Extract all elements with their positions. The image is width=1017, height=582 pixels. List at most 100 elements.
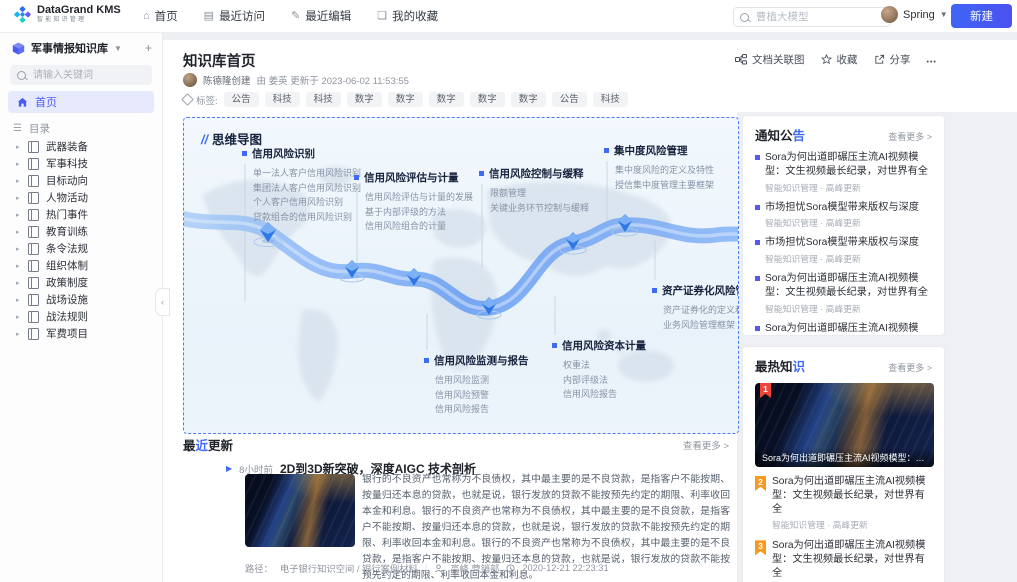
sidebar-item-education[interactable]: ▸教育训练 <box>0 223 162 240</box>
mindmap-node[interactable]: 信用风险识别 单一法人客户信用风险识别 集团法人客户信用风险识别 个人客户信用风… <box>242 146 361 224</box>
directory-tree: ▸武器装备 ▸军事科技 ▸目标动向 ▸人物活动 ▸热门事件 ▸教育训练 ▸条令法… <box>0 138 162 342</box>
add-button[interactable]: + <box>145 41 152 55</box>
bullet-icon <box>604 148 609 153</box>
bullet-icon <box>242 151 247 156</box>
sidebar-item-regulations[interactable]: ▸条令法规 <box>0 240 162 257</box>
sidebar-item-label: 军事科技 <box>46 156 88 171</box>
tag-chip[interactable]: 数字 <box>388 92 423 107</box>
nav-recent-visit[interactable]: ▤ 最近访问 <box>204 8 265 24</box>
caret-icon: ▸ <box>16 228 28 236</box>
notice-item[interactable]: Sora为何出道即碾压主流AI视频模型：文生视频最长纪录，对世界有全 智能知识管… <box>755 322 932 336</box>
recent-item-thumbnail[interactable] <box>245 474 355 547</box>
tag-chip[interactable]: 数字 <box>511 92 546 107</box>
nav-favorites[interactable]: ❏ 我的收藏 <box>377 8 438 24</box>
sidebar-item-policy[interactable]: ▸政策制度 <box>0 274 162 291</box>
notice-meta: 智能知识管理 · 高峰更新 <box>765 216 932 229</box>
bullet-icon <box>755 155 760 160</box>
caret-icon: ▶ <box>226 464 232 473</box>
user-menu[interactable]: Spring ▼ <box>881 6 948 23</box>
more-actions-button[interactable] <box>927 53 937 67</box>
sidebar-item-weapons[interactable]: ▸武器装备 <box>0 138 162 155</box>
sidebar: 军事情报知识库 ▼ + 首页 ☰ 目录 ▸武器装备 ▸军事科技 ▸目标动向 ▸人… <box>0 32 163 582</box>
hot-item-title: Sora为何出道即碾压主流AI视频模型：文生视频最长纪录，对世界有全 <box>772 475 932 516</box>
tag-chip[interactable]: 科技 <box>593 92 628 107</box>
hot-see-more-link[interactable]: 查看更多 > <box>888 361 932 374</box>
mindmap-title: //思维导图 <box>201 129 262 148</box>
favorites-icon: ❏ <box>377 11 387 22</box>
mindmap-node[interactable]: 信用风险评估与计量 信用风险评估与计量的发展 基于内部评级的方法 信用风险组合的… <box>354 170 473 234</box>
sidebar-item-tactics[interactable]: ▸战法规则 <box>0 308 162 325</box>
nav-label: 我的收藏 <box>392 8 438 24</box>
sidebar-search-input[interactable] <box>31 69 145 82</box>
sidebar-item-battlefield[interactable]: ▸战场设施 <box>0 291 162 308</box>
sidebar-search[interactable] <box>10 65 152 85</box>
sidebar-collapse-handle[interactable] <box>155 288 170 316</box>
hot-item[interactable]: 3 Sora为何出道即碾压主流AI视频模型：文生视频最长纪录，对世界有全 智能知… <box>755 539 932 582</box>
list-icon: ☰ <box>13 123 22 134</box>
nav-recent-edit[interactable]: ✎ 最近编辑 <box>291 8 351 24</box>
sidebar-item-military-tech[interactable]: ▸军事科技 <box>0 155 162 172</box>
tag-chip[interactable]: 数字 <box>429 92 464 107</box>
recent-item-meta: 路径： 电子银行知识空间 / 银行案例材料 | 高峰 营销部 2020-12-2… <box>245 561 609 575</box>
notice-item[interactable]: 市场担忧Sora模型带来版权与深度 智能知识管理 · 高峰更新 <box>755 236 932 265</box>
sidebar-item-budget[interactable]: ▸军费项目 <box>0 325 162 342</box>
sidebar-item-hot-events[interactable]: ▸热门事件 <box>0 206 162 223</box>
mindmap-node[interactable]: 信用风险资本计量 权重法 内部评级法 信用风险报告 <box>552 338 646 402</box>
node-title: 集中度风险管理 <box>614 143 688 158</box>
divider: | <box>425 563 427 573</box>
sidebar-item-home[interactable]: 首页 <box>8 91 154 113</box>
brand-logo[interactable]: DataGrand KMS 智能知识管理 <box>14 4 121 24</box>
notice-item[interactable]: Sora为何出道即碾压主流AI视频模型：文生视频最长纪录，对世界有全 智能知识管… <box>755 151 932 194</box>
caret-icon: ▸ <box>16 279 28 287</box>
tag-chip[interactable]: 科技 <box>265 92 300 107</box>
notices-title: 通知公告 <box>755 125 805 144</box>
share-button[interactable]: 分享 <box>874 52 911 67</box>
notice-item[interactable]: 市场担忧Sora模型带来版权与深度 智能知识管理 · 高峰更新 <box>755 201 932 230</box>
hot-item-title: Sora为何出道即碾压主流AI视频模型：文生视频最长纪录，对世界有全 <box>772 539 932 580</box>
chevron-down-icon: ▼ <box>114 44 122 53</box>
sidebar-item-target-trends[interactable]: ▸目标动向 <box>0 172 162 189</box>
tag-chip[interactable]: 公告 <box>552 92 587 107</box>
doc-actions: 文档关联图 收藏 分享 <box>735 52 1005 67</box>
directory-header[interactable]: ☰ 目录 <box>13 121 150 136</box>
tag-chip[interactable]: 科技 <box>306 92 341 107</box>
nav-home[interactable]: ⌂ 首页 <box>143 8 178 24</box>
doc-content: 知识库首页 陈德隆创建 由 姜英 更新于 2023-06-02 11:53:55… <box>162 40 737 582</box>
tag-chip[interactable]: 数字 <box>470 92 505 107</box>
sidebar-item-label: 人物活动 <box>46 190 88 205</box>
tag-chip[interactable]: 公告 <box>224 92 259 107</box>
new-button[interactable]: 新建 <box>951 4 1012 28</box>
notice-title: Sora为何出道即碾压主流AI视频模型：文生视频最长纪录，对世界有全 <box>765 272 932 300</box>
tag-icon <box>181 93 194 106</box>
bullet-icon <box>755 276 760 281</box>
mindmap-node[interactable]: 信用风险控制与缓释 限额管理 关键业务环节控制与缓释 <box>479 166 589 215</box>
sidebar-item-person-activity[interactable]: ▸人物活动 <box>0 189 162 206</box>
caret-icon: ▸ <box>16 245 28 253</box>
caret-icon: ▸ <box>16 296 28 304</box>
hot-item[interactable]: 2 Sora为何出道即碾压主流AI视频模型：文生视频最长纪录，对世界有全 智能知… <box>755 475 932 531</box>
notices-see-more-link[interactable]: 查看更多 > <box>888 130 932 143</box>
caret-icon: ▸ <box>16 143 28 151</box>
featured-knowledge[interactable]: 1 Sora为何出道即碾压主流AI视频模型：文生视频最… <box>755 383 934 467</box>
relation-graph-button[interactable]: 文档关联图 <box>735 52 805 67</box>
mindmap-node[interactable]: 资产证券化风险管理 资产证券化的定义和分类 业务风险管理框架 <box>652 283 739 332</box>
global-search-input[interactable] <box>754 10 884 24</box>
book-icon <box>28 311 39 323</box>
recent-see-more-link[interactable]: 查看更多 > <box>683 438 729 452</box>
sidebar-item-label: 目标动向 <box>46 173 88 188</box>
tag-chip[interactable]: 数字 <box>347 92 382 107</box>
kb-selector[interactable]: 军事情报知识库 ▼ + <box>0 32 162 60</box>
path-value[interactable]: 电子银行知识空间 / 银行案例材料 <box>280 561 418 575</box>
mindmap-node[interactable]: 集中度风险管理 集中度风险的定义及特性 授信集中度管理主要框架 <box>604 143 714 192</box>
tags-label: 标签: <box>196 93 218 107</box>
notice-meta: 智能知识管理 · 高峰更新 <box>765 181 932 194</box>
global-search[interactable] <box>733 7 891 27</box>
mindmap-node[interactable]: 信用风险监测与报告 信用风险监测 信用风险预警 信用风险报告 <box>424 353 529 417</box>
hot-knowledge-card: 最热知识 查看更多 > 1 Sora为何出道即碾压主流AI视频模型：文生视频最…… <box>742 346 945 582</box>
mindmap-panel[interactable]: //思维导图 信用风险识别 单一法人客户信用风险识别 集团法人客户信用风险识别 … <box>183 117 739 434</box>
nav-label: 最近编辑 <box>305 8 351 24</box>
favorite-button[interactable]: 收藏 <box>821 52 858 67</box>
sidebar-item-organization[interactable]: ▸组织体制 <box>0 257 162 274</box>
notice-item[interactable]: Sora为何出道即碾压主流AI视频模型：文生视频最长纪录，对世界有全 智能知识管… <box>755 272 932 315</box>
node-item: 权重法 <box>563 358 646 373</box>
